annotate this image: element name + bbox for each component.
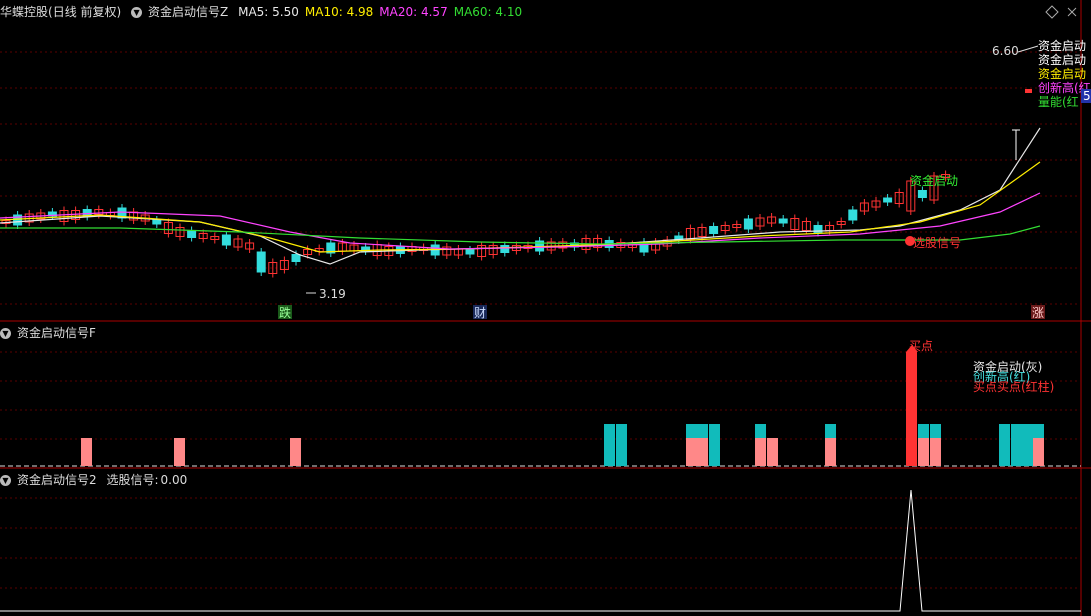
candle-body: [152, 219, 162, 225]
ma60-line: [0, 225, 1041, 245]
panel2-bar-lower: [930, 438, 941, 466]
event-marker-text: 财: [474, 306, 486, 320]
panel2-bar-lower: [918, 438, 929, 466]
event-markers: 跌财涨: [278, 305, 1045, 320]
panel2-bar: [767, 438, 778, 466]
panel2-bar-lower: [686, 438, 697, 466]
main-legend-item: 资金启动: [1038, 38, 1086, 53]
panel2-bar: [616, 424, 627, 466]
panel2-bar: [999, 424, 1010, 466]
event-marker-text: 涨: [1032, 305, 1044, 320]
main-legend-item: 量能(红: [1038, 94, 1079, 109]
panel2-bar-lower: [755, 438, 766, 466]
panel2-legend-item: 买点买点(红柱): [973, 379, 1054, 394]
options-icon[interactable]: [1045, 5, 1059, 19]
legend-swatch: [1025, 89, 1032, 93]
right-badge-text: 5: [1083, 89, 1091, 103]
candle-body: [291, 254, 301, 262]
panel3-signal-line: [0, 489, 1081, 612]
candle-body: [883, 197, 893, 203]
candle-body: [848, 209, 858, 221]
signal-line: [0, 489, 1081, 612]
candle-body: [465, 249, 475, 255]
high-price-label: 6.60: [992, 44, 1019, 58]
candle-body: [187, 230, 197, 238]
panel2-bar: [1022, 424, 1033, 466]
low-price-label: 3.19: [319, 287, 346, 301]
panel2-bar: [604, 424, 615, 466]
panel2-bar-lower: [825, 438, 836, 466]
event-marker-text: 跌: [279, 305, 291, 320]
signal-label: 资金启动: [910, 173, 958, 188]
candlesticks: [1, 129, 1020, 278]
panel2-bar-lower: [1033, 438, 1044, 466]
main-legend-item: 资金启动: [1038, 52, 1086, 67]
panel2-bar: [290, 438, 301, 466]
annotations: [306, 45, 1039, 294]
ma10-line: [0, 161, 1041, 253]
candle-body: [221, 234, 231, 246]
panel2-legend: 资金启动(灰)创新高(红)买点买点(红柱): [973, 359, 1054, 394]
candle-body: [500, 245, 510, 253]
main-legend-item: 资金启动: [1038, 66, 1086, 81]
panel2-bar: [1011, 424, 1022, 466]
panel2-peak-label: 买点: [909, 339, 933, 353]
candle-body: [778, 218, 788, 224]
grid-lines: [0, 51, 1081, 589]
close-icon[interactable]: [1067, 7, 1077, 17]
panel2-bars: [81, 345, 1044, 466]
panel2-bar-lower: [697, 438, 708, 466]
panel2-bar: [81, 438, 92, 466]
panel2-bar: [906, 352, 917, 466]
high-pointer: [1017, 45, 1039, 53]
panel2-bar: [174, 438, 185, 466]
candle-body: [917, 190, 927, 198]
candle-body: [743, 218, 753, 230]
kline-chart[interactable]: 6.60 3.19 资金启动 选股信号 资金启动资金启动资金启动创新高(红量能(…: [0, 0, 1091, 616]
candle-body: [709, 226, 719, 234]
candle-body: [256, 251, 266, 273]
panel2-bar: [709, 424, 720, 466]
pick-signal-label: 选股信号: [913, 236, 961, 250]
panel-borders: [0, 0, 1091, 616]
